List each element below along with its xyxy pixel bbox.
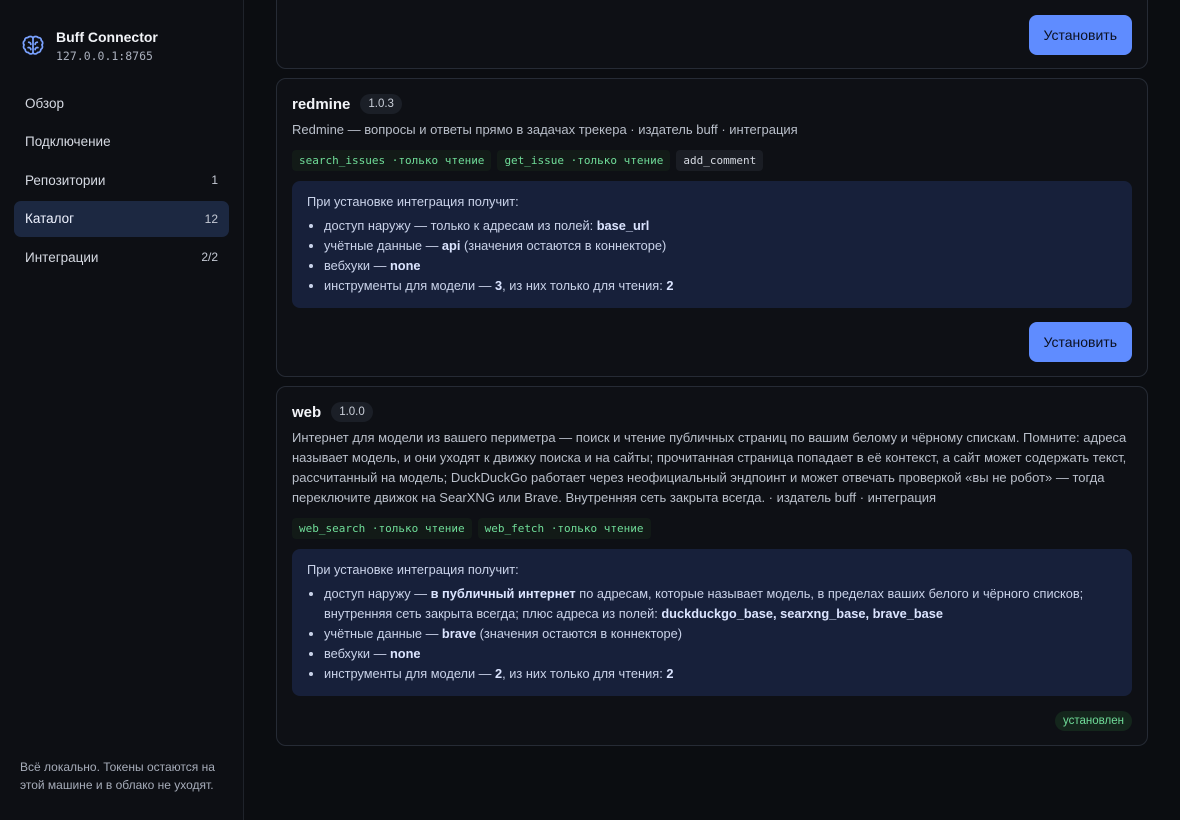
sidebar-item-overview[interactable]: Обзор: [14, 85, 229, 121]
tool-tags: search_issues ·только чтение get_issue ·…: [292, 150, 1132, 171]
tool-tag-suffix: ·только чтение: [391, 154, 485, 167]
tool-tag-suffix: ·только чтение: [570, 154, 664, 167]
sidebar-item-connection[interactable]: Подключение: [14, 124, 229, 160]
tool-tags: web_search ·только чтение web_fetch ·тол…: [292, 518, 1132, 539]
plugin-card-redmine: redmine 1.0.3 Redmine — вопросы и ответы…: [276, 78, 1148, 377]
tool-tag-name: web_search: [299, 522, 366, 535]
version-badge: 1.0.3: [360, 94, 402, 114]
sidebar-item-label: Репозитории: [25, 172, 106, 188]
permissions-panel: При установке интеграция получит: доступ…: [292, 181, 1132, 308]
permissions-heading: При установке интеграция получит:: [307, 562, 519, 577]
permissions-heading: При установке интеграция получит:: [307, 194, 519, 209]
app-address: 127.0.0.1:8765: [56, 49, 153, 63]
sidebar-nav: Обзор Подключение Репозитории 1 Каталог …: [14, 85, 229, 275]
tool-tag-name: web_fetch: [484, 522, 545, 535]
tool-tag-name: add_comment: [683, 154, 757, 167]
sidebar-item-repositories[interactable]: Репозитории 1: [14, 162, 229, 198]
tool-tag-suffix: ·только чтение: [371, 522, 465, 535]
tool-tag-name: get_issue: [504, 154, 565, 167]
permission-webhooks: вебхуки — none: [324, 256, 1117, 276]
sidebar-item-label: Каталог: [25, 211, 75, 226]
brain-icon: [22, 35, 44, 55]
installed-badge: установлен: [1055, 711, 1132, 731]
permission-credentials: учётные данные — brave (значения остаютс…: [324, 624, 1117, 644]
sidebar-item-integrations[interactable]: Интеграции 2/2: [14, 239, 229, 275]
permissions-panel: При установке интеграция получит: доступ…: [292, 549, 1132, 696]
sidebar-item-label: Интеграции: [25, 249, 99, 265]
install-button[interactable]: Установить: [1028, 322, 1132, 362]
plugin-name: redmine: [292, 95, 351, 113]
tool-tag-name: search_issues: [299, 154, 386, 167]
tool-tag: web_fetch ·только чтение: [477, 518, 651, 539]
catalog-list[interactable]: Установить redmine 1.0.3 Redmine — вопро…: [244, 0, 1180, 820]
permission-network: доступ наружу — в публичный интернет по …: [324, 584, 1117, 624]
permission-network: доступ наружу — только к адресам из поле…: [324, 216, 1117, 236]
plugin-description: Интернет для модели из вашего периметра …: [292, 430, 1127, 505]
permission-tools: инструменты для модели — 3, из них тольк…: [324, 276, 1117, 296]
sidebar-item-count: 12: [204, 211, 218, 226]
sidebar-item-label: Подключение: [25, 134, 111, 149]
permission-webhooks: вебхуки — none: [324, 644, 1117, 664]
tool-tag: search_issues ·только чтение: [292, 150, 492, 171]
permission-credentials: учётные данные — api (значения остаются …: [324, 236, 1117, 256]
sidebar-footer-note: Всё локально. Токены остаются на этой ма…: [20, 760, 215, 792]
sidebar: Buff Connector 127.0.0.1:8765 Обзор Подк…: [0, 0, 244, 820]
tool-tag: get_issue ·только чтение: [497, 150, 671, 171]
sidebar-item-count: 1: [211, 173, 218, 187]
sidebar-item-catalog[interactable]: Каталог 12: [14, 200, 229, 237]
install-button[interactable]: Установить: [1028, 15, 1132, 55]
plugin-description: Redmine — вопросы и ответы прямо в задач…: [292, 122, 798, 137]
app-title: Buff Connector: [56, 29, 158, 45]
version-badge: 1.0.0: [331, 402, 373, 422]
tool-tag-suffix: ·только чтение: [550, 522, 644, 535]
permission-tools: инструменты для модели — 2, из них тольк…: [324, 664, 1117, 684]
brand: Buff Connector 127.0.0.1:8765: [14, 0, 229, 68]
plugin-card: Установить: [276, 0, 1148, 69]
sidebar-item-count: 2/2: [201, 250, 218, 264]
tool-tag: add_comment: [676, 150, 764, 171]
app: Buff Connector 127.0.0.1:8765 Обзор Подк…: [0, 0, 1180, 820]
sidebar-item-label: Обзор: [25, 95, 64, 111]
tool-tag: web_search ·только чтение: [292, 518, 472, 539]
plugin-name: web: [292, 403, 322, 421]
plugin-card-web: web 1.0.0 Интернет для модели из вашего …: [276, 386, 1148, 746]
